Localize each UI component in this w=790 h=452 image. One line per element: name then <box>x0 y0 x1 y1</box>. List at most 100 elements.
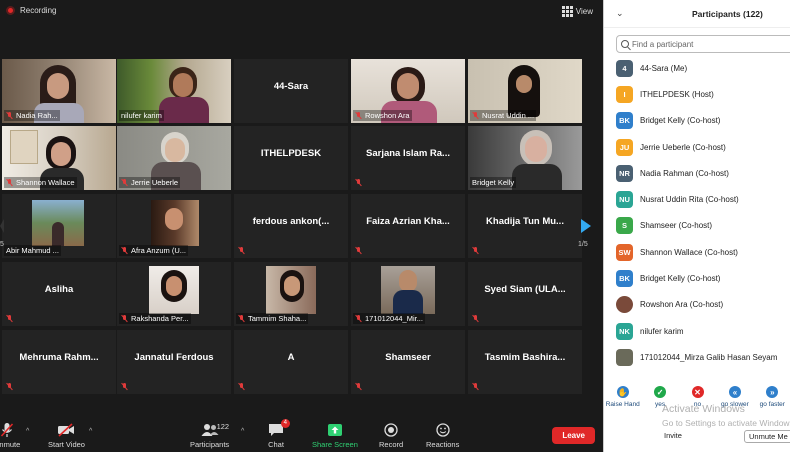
participants-options-chevron-icon[interactable]: ^ <box>241 428 244 435</box>
video-tile-asliha[interactable]: Asliha <box>2 262 116 326</box>
list-item[interactable]: 4 44-Sara (Me) <box>604 55 790 81</box>
view-label: View <box>575 7 593 16</box>
search-icon <box>621 40 629 48</box>
participants-icon: 122 <box>201 422 229 438</box>
muted-mic-icon <box>355 315 362 322</box>
tile-center-name: Jannatul Ferdous <box>134 351 214 363</box>
list-item[interactable]: NR Nadia Rahman (Co-host) <box>604 160 790 186</box>
avatar: NU <box>616 191 633 209</box>
avatar: BK <box>616 270 633 288</box>
video-tile-jerrie[interactable]: Jerrie Ueberle <box>117 126 231 190</box>
list-item[interactable]: SW Shannon Wallace (Co-host) <box>604 239 790 265</box>
tile-center-name: Asliha <box>44 283 74 295</box>
video-tile-ferdous[interactable]: ferdous ankon(... <box>234 194 348 258</box>
muted-mic-icon <box>121 315 128 322</box>
participant-search[interactable] <box>616 35 790 53</box>
next-page-arrow-icon[interactable] <box>581 219 591 233</box>
list-item[interactable]: 171012044_Mirza Galib Hasan Seyam <box>604 344 790 370</box>
muted-mic-icon <box>472 315 479 322</box>
muted-mic-icon <box>472 112 479 119</box>
reactions-button[interactable]: Reactions <box>426 422 459 449</box>
tile-name-label: Rakshanda Per... <box>119 313 191 324</box>
chat-button[interactable]: 4 Chat <box>268 419 290 449</box>
video-tile-tammim[interactable]: Tammim Shaha... <box>234 262 348 326</box>
tile-name-label: Tammim Shaha... <box>236 313 309 324</box>
nonverbal-feedback-bar: ✋ Raise Hand ✓ yes ✕ no «go slower » go fast… <box>604 386 790 416</box>
activate-windows-subtext: Go to Settings to activate Windows. <box>662 418 790 428</box>
page-indicator-left: 5 <box>0 241 4 248</box>
no-button[interactable]: ✕ no <box>679 386 716 416</box>
video-tile-a[interactable]: A <box>234 330 348 394</box>
video-tile-bridget[interactable]: Bridget Kelly <box>468 126 582 190</box>
tile-center-name: Mehruma Rahm... <box>19 351 99 363</box>
video-tile-ithelpdesk[interactable]: ITHELPDESK <box>234 126 348 190</box>
video-tile-rowshon[interactable]: Rowshon Ara <box>351 59 465 123</box>
video-tile-nusrat[interactable]: Nusrat Uddin ... <box>468 59 582 123</box>
video-tile-faiza[interactable]: Faiza Azrian Kha... <box>351 194 465 258</box>
list-item[interactable]: BK Bridget Kelly (Co-host) <box>604 108 790 134</box>
view-button[interactable]: View <box>561 6 593 17</box>
muted-mic-icon <box>238 315 245 322</box>
video-tile-afra[interactable]: Afra Anzum (U... <box>117 194 231 258</box>
go-slower-button[interactable]: «go slower <box>716 386 753 416</box>
video-tile-tasmim[interactable]: Tasmim Bashira... <box>468 330 582 394</box>
muted-mic-icon <box>238 383 245 390</box>
list-item[interactable]: I ITHELPDESK (Host) <box>604 81 790 107</box>
tile-center-name: Shamseer <box>385 351 431 363</box>
muted-mic-icon <box>121 179 128 186</box>
audio-options-chevron-icon[interactable]: ^ <box>26 428 29 435</box>
tile-center-name: Syed Siam (ULA... <box>484 283 566 295</box>
video-tile-shannon[interactable]: Shannon Wallace <box>2 126 116 190</box>
collapse-chevron-icon[interactable]: ⌄ <box>616 8 624 19</box>
video-tile-syed[interactable]: Syed Siam (ULA... <box>468 262 582 326</box>
video-tile-44-sara[interactable]: 44-Sara <box>234 59 348 123</box>
prev-page-arrow-icon[interactable] <box>0 219 4 233</box>
tile-name-label: Shannon Wallace <box>4 177 77 188</box>
video-tile-nilufer[interactable]: nilufer karim <box>117 59 231 123</box>
start-video-button[interactable]: Start Video <box>48 422 85 449</box>
chat-badge: 4 <box>280 419 290 428</box>
participants-button[interactable]: 122 Participants <box>190 422 229 449</box>
video-tile-rakshanda[interactable]: Rakshanda Per... <box>117 262 231 326</box>
video-tile-abir[interactable]: Abir Mahmud ... <box>2 194 116 258</box>
list-item[interactable]: Rowshon Ara (Co-host) <box>604 292 790 318</box>
recording-indicator: Recording <box>6 6 56 15</box>
share-screen-icon <box>327 422 343 438</box>
video-tile-171012044[interactable]: 171012044_Mir... <box>351 262 465 326</box>
avatar: NK <box>616 322 633 340</box>
unmute-me-button[interactable]: Unmute Me <box>744 430 790 443</box>
muted-mic-icon <box>0 422 14 438</box>
list-item[interactable]: NK nilufer karim <box>604 318 790 344</box>
muted-mic-icon <box>472 383 479 390</box>
avatar: SW <box>616 243 633 261</box>
avatar: S <box>616 217 633 235</box>
list-item[interactable]: BK Bridget Kelly (Co-host) <box>604 265 790 291</box>
go-faster-button[interactable]: » go faster <box>754 386 790 416</box>
list-item[interactable]: NU Nusrat Uddin Rita (Co-host) <box>604 186 790 212</box>
smiley-icon <box>436 422 450 438</box>
list-item[interactable]: JU Jerrie Ueberle (Co-host) <box>604 134 790 160</box>
tile-center-name: ferdous ankon(... <box>252 215 330 227</box>
video-tile-mehruma[interactable]: Mehruma Rahm... <box>2 330 116 394</box>
yes-button[interactable]: ✓ yes <box>641 386 678 416</box>
participants-panel: ⌄ Participants (122) 444-Sara (Me) IITHE… <box>603 0 790 452</box>
record-button[interactable]: Record <box>379 422 403 449</box>
search-input[interactable] <box>632 39 782 49</box>
video-off-icon <box>57 422 75 438</box>
video-tile-khadija[interactable]: Khadija Tun Mu... <box>468 194 582 258</box>
unmute-button[interactable]: Unmute <box>0 422 20 449</box>
share-screen-button[interactable]: Share Screen <box>312 422 358 449</box>
video-tile-jannatul[interactable]: Jannatul Ferdous <box>117 330 231 394</box>
avatar: I <box>616 85 633 103</box>
video-tile-nadia[interactable]: Nadia Rah... <box>2 59 116 123</box>
video-tile-sarjana[interactable]: Sarjana Islam Ra... <box>351 126 465 190</box>
video-options-chevron-icon[interactable]: ^ <box>89 428 92 435</box>
participant-list: 4 44-Sara (Me) I ITHELPDESK (Host) BK Bridg… <box>604 55 790 371</box>
tile-name-label: Bridget Kelly <box>470 177 517 188</box>
invite-button[interactable]: Invite <box>664 431 682 440</box>
video-tile-shamseer[interactable]: Shamseer <box>351 330 465 394</box>
list-item[interactable]: S Shamseer (Co-host) <box>604 213 790 239</box>
muted-mic-icon <box>355 383 362 390</box>
leave-button[interactable]: Leave <box>552 427 595 444</box>
raise-hand-button[interactable]: ✋ Raise Hand <box>604 386 641 416</box>
